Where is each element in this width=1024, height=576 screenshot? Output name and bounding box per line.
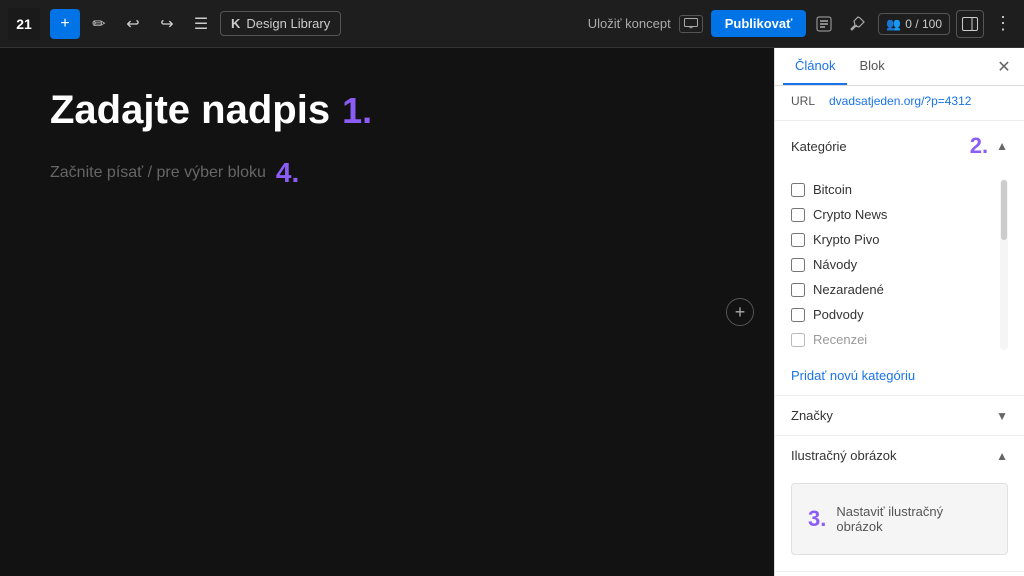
step-3-label: 3. [808, 506, 826, 532]
list-item: Bitcoin [791, 179, 996, 200]
recenzei-checkbox[interactable] [791, 333, 805, 347]
list-item: Recenzei [791, 329, 996, 350]
right-sidebar: Článok Blok ✕ URL dvadsatjeden.org/?p=43… [774, 48, 1024, 576]
url-row: URL dvadsatjeden.org/?p=4312 [775, 86, 1024, 120]
krypto-pivo-checkbox[interactable] [791, 233, 805, 247]
editor-area: Zadajte nadpis 1. Začnite písať / pre vý… [0, 48, 774, 576]
design-library-label: Design Library [246, 16, 330, 31]
scrollbar-thumb [1001, 180, 1007, 240]
categories-content: Bitcoin Crypto News Krypto Pivo Náv [775, 171, 1024, 362]
toolbar-right: 👥 0 / 100 ⋮ [810, 10, 1016, 38]
featured-image-section: Ilustračný obrázok ▲ 3. Nastaviť ilustra… [775, 436, 1024, 572]
add-category-link[interactable]: Pridať novú kategóriu [775, 362, 1024, 395]
user-count-label: 0 / 100 [905, 17, 942, 31]
add-block-button[interactable]: + [726, 298, 754, 326]
redo-button[interactable]: ↪ [152, 9, 182, 39]
people-icon: 👥 [886, 17, 901, 31]
categories-list: Bitcoin Crypto News Krypto Pivo Náv [791, 179, 996, 350]
sidebar-close-button[interactable]: ✕ [992, 55, 1016, 79]
more-options-button[interactable]: ⋮ [990, 13, 1016, 34]
bitcoin-checkbox[interactable] [791, 183, 805, 197]
add-button[interactable]: + [50, 9, 80, 39]
tags-section: Značky ▼ [775, 396, 1024, 436]
summary-header[interactable]: Zhrnutie ▼ [775, 572, 1024, 576]
list-button[interactable]: ☰ [186, 9, 216, 39]
nezaradene-label: Nezaradené [813, 282, 884, 297]
list-item: Návody [791, 254, 996, 275]
sidebar-toggle-button[interactable] [956, 10, 984, 38]
list-item: Podvody [791, 304, 996, 325]
tags-label: Značky [791, 408, 833, 423]
url-section: URL dvadsatjeden.org/?p=4312 [775, 86, 1024, 121]
toolbar: 21 + ✏ ↩ ↪ ☰ K Design Library Uložiť kon… [0, 0, 1024, 48]
step-1-label: 1. [342, 90, 372, 132]
url-value[interactable]: dvadsatjeden.org/?p=4312 [829, 94, 971, 108]
publish-button[interactable]: Publikovať [711, 10, 807, 37]
url-label: URL [791, 94, 821, 108]
sidebar-tabs: Článok Blok ✕ [775, 48, 1024, 86]
list-item: Crypto News [791, 204, 996, 225]
bitcoin-label: Bitcoin [813, 182, 852, 197]
sidebar-content: URL dvadsatjeden.org/?p=4312 Kategórie 2… [775, 86, 1024, 576]
podvody-checkbox[interactable] [791, 308, 805, 322]
categories-section: Kategórie 2. ▲ Bitcoin Crypt [775, 121, 1024, 396]
categories-header[interactable]: Kategórie 2. ▲ [775, 121, 1024, 171]
krypto-pivo-label: Krypto Pivo [813, 232, 879, 247]
step-4-label: 4. [276, 157, 299, 189]
design-library-button[interactable]: K Design Library [220, 11, 341, 36]
user-count-button[interactable]: 👥 0 / 100 [878, 13, 950, 35]
step-2-label: 2. [970, 133, 988, 159]
pen-button[interactable]: ✏ [84, 9, 114, 39]
podvody-label: Podvody [813, 307, 864, 322]
app-logo: 21 [8, 8, 40, 40]
design-lib-icon: K [231, 16, 240, 31]
set-image-label: Nastaviť ilustračný obrázok [836, 504, 991, 534]
tab-article[interactable]: Článok [783, 48, 847, 85]
placeholder-text: Začnite písať / pre výber bloku [50, 164, 266, 182]
editor-title: Zadajte nadpis 1. [50, 88, 724, 133]
featured-image-label: Ilustračný obrázok [791, 448, 897, 463]
edit-icon-button[interactable] [810, 10, 838, 38]
tools-icon-button[interactable] [844, 10, 872, 38]
crypto-news-checkbox[interactable] [791, 208, 805, 222]
navody-checkbox[interactable] [791, 258, 805, 272]
navody-label: Návody [813, 257, 857, 272]
tab-block[interactable]: Blok [847, 48, 896, 85]
main-area: Zadajte nadpis 1. Začnite písať / pre vý… [0, 48, 1024, 576]
categories-label: Kategórie [791, 139, 847, 154]
crypto-news-label: Crypto News [813, 207, 887, 222]
summary-section: Zhrnutie ▼ [775, 572, 1024, 576]
screen-icon[interactable] [679, 15, 703, 33]
undo-button[interactable]: ↩ [118, 9, 148, 39]
toolbar-center: Uložiť koncept Publikovať [588, 10, 807, 37]
categories-chevron: ▲ [996, 139, 1008, 153]
recenzei-label: Recenzei [813, 332, 867, 347]
set-image-button[interactable]: 3. Nastaviť ilustračný obrázok [791, 483, 1008, 555]
categories-scrollbar[interactable] [1000, 179, 1008, 350]
editor-title-text[interactable]: Zadajte nadpis [50, 88, 330, 133]
save-draft-button[interactable]: Uložiť koncept [588, 16, 671, 31]
featured-image-header[interactable]: Ilustračný obrázok ▲ [775, 436, 1024, 475]
nezaradene-checkbox[interactable] [791, 283, 805, 297]
featured-image-content: 3. Nastaviť ilustračný obrázok [775, 475, 1024, 571]
tags-chevron: ▼ [996, 409, 1008, 423]
list-item: Nezaradené [791, 279, 996, 300]
featured-image-chevron: ▲ [996, 449, 1008, 463]
editor-placeholder[interactable]: Začnite písať / pre výber bloku 4. [50, 157, 724, 189]
list-item: Krypto Pivo [791, 229, 996, 250]
tags-header[interactable]: Značky ▼ [775, 396, 1024, 435]
